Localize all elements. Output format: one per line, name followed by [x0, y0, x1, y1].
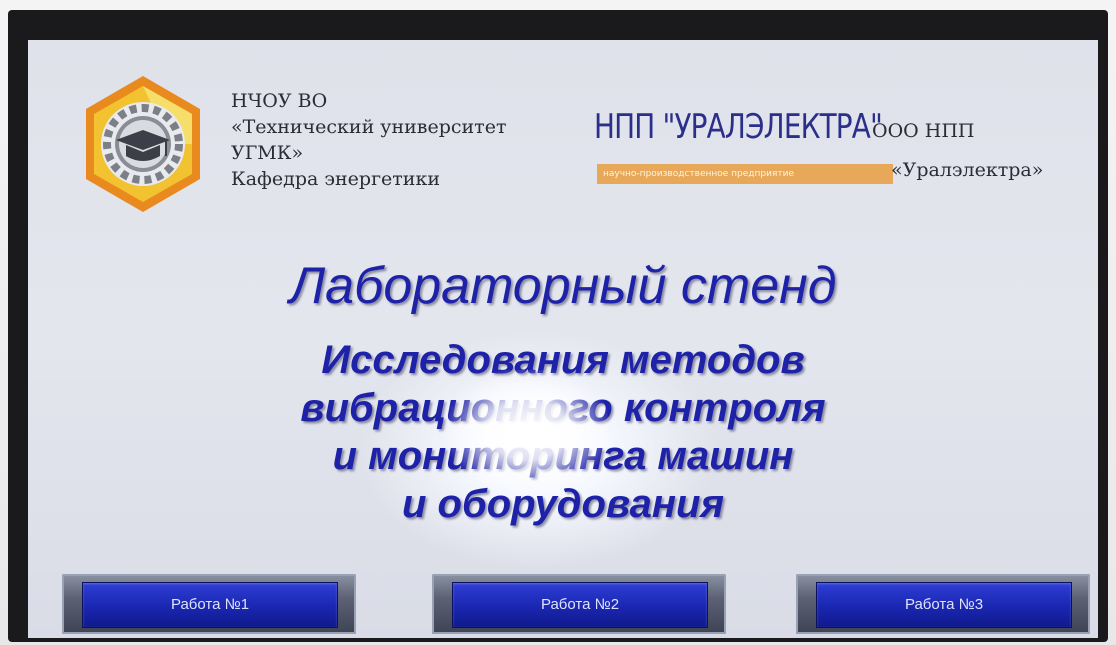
company-strip: научно-производственное предприятие — [597, 164, 893, 184]
subtitle-line-2: вибрационного контроля — [300, 386, 826, 430]
work-3-button[interactable]: Работа №3 — [816, 582, 1072, 628]
photo-background: НЧОУ ВО «Технический университет УГМК» К… — [0, 0, 1116, 645]
university-line-3: УГМК» — [231, 142, 304, 164]
university-logo-icon — [86, 76, 200, 212]
work-1-button[interactable]: Работа №1 — [82, 582, 338, 628]
university-line-2: «Технический университет — [231, 116, 507, 138]
work-2-button[interactable]: Работа №2 — [452, 582, 708, 628]
work-1-button-frame: Работа №1 — [62, 574, 356, 634]
work-3-button-frame: Работа №3 — [796, 574, 1090, 634]
work-2-button-frame: Работа №2 — [432, 574, 726, 634]
department-name: Кафедра энергетики — [231, 168, 440, 190]
company-brand-logo: НПП "УРАЛЭЛЕКТРА" — [594, 107, 883, 147]
company-org-form: ООО НПП — [872, 120, 975, 142]
subtitle-line-3: и мониторинга машин — [332, 434, 794, 478]
subtitle-line-1: Исследования методов — [321, 338, 805, 382]
university-line-1: НЧОУ ВО — [231, 90, 328, 112]
page-subtitle: Исследования методов вибрационного контр… — [28, 336, 1098, 528]
subtitle-line-4: и оборудования — [401, 482, 724, 526]
university-info: НЧОУ ВО «Технический университет УГМК» К… — [231, 88, 506, 192]
page-title: Лабораторный стенд — [289, 257, 837, 315]
company-name: «Уралэлектра» — [891, 159, 1044, 181]
screen: НЧОУ ВО «Технический университет УГМК» К… — [28, 40, 1098, 638]
